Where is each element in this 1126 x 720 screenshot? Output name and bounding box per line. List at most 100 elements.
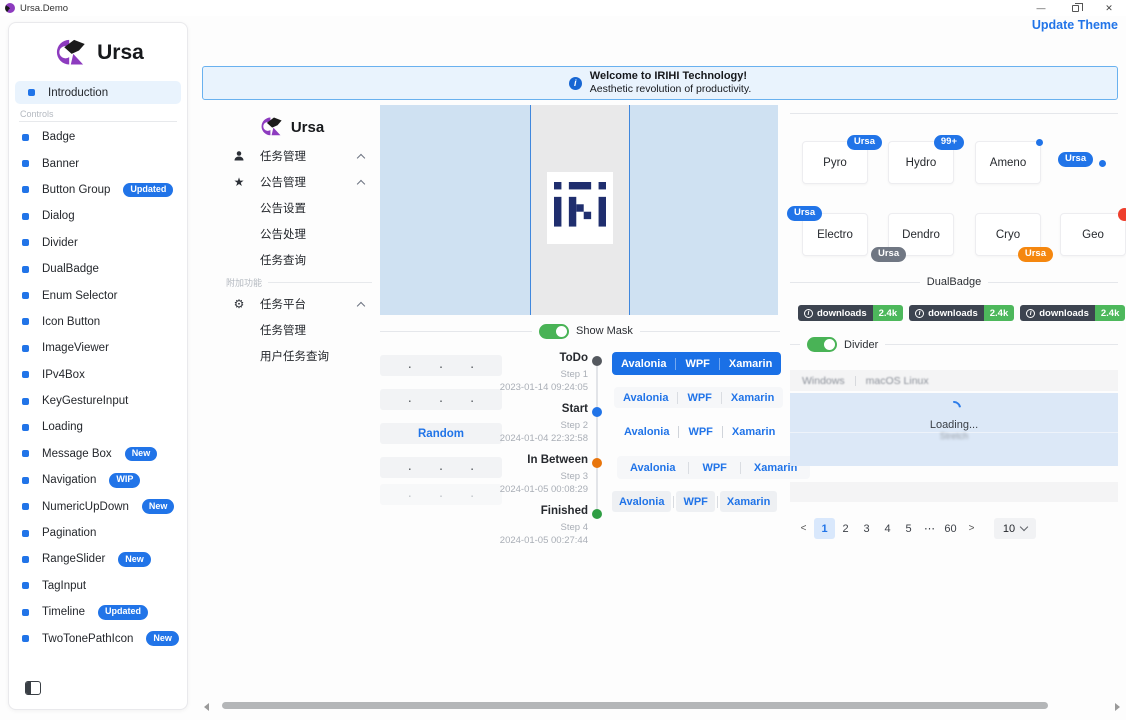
avalonia-button[interactable]: Avalonia	[612, 491, 671, 512]
badge-card-hydro[interactable]: Hydro 99+	[888, 141, 954, 184]
menu-item-user-task-query[interactable]: 用户任务查询	[202, 343, 380, 369]
page-button-60[interactable]: 60	[940, 518, 961, 539]
sidebar-item-divider[interactable]: Divider	[9, 230, 187, 256]
dualbadge-divider-label: DualBadge	[927, 276, 981, 288]
irihi-logo-tile	[547, 172, 613, 244]
close-button[interactable]: ✕	[1092, 0, 1126, 16]
timeline-time: 2024-01-05 00:08:29	[458, 484, 588, 495]
image-viewer[interactable]	[380, 105, 780, 315]
wpf-button[interactable]: WPF	[679, 426, 721, 438]
xamarin-button[interactable]: Xamarin	[720, 491, 777, 512]
info-icon: i	[1026, 309, 1035, 318]
sidebar-item-icon-button[interactable]: Icon Button	[9, 309, 187, 335]
sidebar-item-imageviewer[interactable]: ImageViewer	[9, 335, 187, 361]
sidebar-item-banner[interactable]: Banner	[9, 150, 187, 176]
sidebar-item-navigation[interactable]: NavigationWIP	[9, 467, 187, 493]
restore-button[interactable]	[1058, 0, 1092, 16]
scroll-right-icon[interactable]	[1115, 703, 1120, 711]
badge-card-geo[interactable]: Geo	[1060, 213, 1126, 256]
menu-item-task-query[interactable]: 任务查询	[202, 247, 380, 273]
xamarin-button[interactable]: Xamarin	[723, 426, 784, 438]
sidebar-collapse-icon[interactable]	[25, 681, 41, 695]
gear-icon: ⚙	[232, 297, 246, 311]
menu-item-task-mgmt-child[interactable]: 任务管理	[202, 317, 380, 343]
page-button-1[interactable]: 1	[814, 518, 835, 539]
avalonia-button[interactable]: Avalonia	[614, 392, 677, 404]
update-theme-button[interactable]: Update Theme	[1032, 18, 1118, 32]
ursa-badge-orange: Ursa	[1018, 247, 1053, 262]
menu-dot-icon	[22, 530, 29, 537]
dualbadge-divider: DualBadge	[790, 275, 1118, 289]
sidebar-item-twotonepathicon[interactable]: TwoTonePathIconNew	[9, 625, 187, 651]
menu-item-task-platform[interactable]: ⚙ 任务平台	[202, 291, 380, 317]
scroll-left-icon[interactable]	[204, 703, 209, 711]
menu-dot-icon	[22, 635, 29, 642]
wpf-button[interactable]: WPF	[678, 392, 720, 404]
sidebar-item-pagination[interactable]: Pagination	[9, 520, 187, 546]
ursa-logo-icon	[52, 38, 88, 68]
minimize-button[interactable]: —	[1024, 0, 1058, 16]
badge-card-dendro[interactable]: Dendro Ursa	[888, 213, 954, 256]
sidebar-item-introduction[interactable]: Introduction	[15, 81, 181, 104]
ursa-badge: Ursa	[847, 135, 882, 150]
empty-bar	[790, 482, 1118, 502]
xamarin-button[interactable]: Xamarin	[722, 392, 783, 404]
sidebar-item-label: Introduction	[48, 87, 108, 99]
ursa-badge-gray: Ursa	[871, 247, 906, 262]
avalonia-button[interactable]: Avalonia	[615, 426, 678, 438]
badge-card-pyro[interactable]: Pyro Ursa	[802, 141, 868, 184]
prev-page-button[interactable]: <	[793, 518, 814, 539]
badge-card-cryo[interactable]: Cryo Ursa	[975, 213, 1041, 256]
menu-item-task-mgmt[interactable]: 任务管理	[202, 143, 380, 169]
viewer-viewport[interactable]	[531, 105, 629, 315]
page-size-select[interactable]: 10	[994, 518, 1036, 539]
sidebar-item-dualbadge[interactable]: DualBadge	[9, 256, 187, 282]
menu-item-notice-mgmt[interactable]: ★ 公告管理	[202, 169, 380, 195]
sidebar-item-message-box[interactable]: Message BoxNew	[9, 441, 187, 467]
page-button-5[interactable]: 5	[898, 518, 919, 539]
page-ellipsis[interactable]: ⋯	[919, 518, 940, 539]
sidebar-item-ipv4box[interactable]: IPv4Box	[9, 362, 187, 388]
section-divider	[268, 282, 372, 283]
tab-macos-linux[interactable]: macOS Linux	[866, 375, 929, 387]
avalonia-button[interactable]: Avalonia	[617, 462, 688, 474]
show-mask-toggle[interactable]	[539, 324, 569, 339]
page-button-2[interactable]: 2	[835, 518, 856, 539]
divider-toggle-label: Divider	[844, 339, 878, 351]
avalonia-button[interactable]: Avalonia	[612, 358, 675, 370]
page-button-4[interactable]: 4	[877, 518, 898, 539]
sidebar-item-loading[interactable]: Loading	[9, 414, 187, 440]
tab-windows[interactable]: Windows	[802, 375, 845, 387]
divider-toggle[interactable]	[807, 337, 837, 352]
badge-card-electro[interactable]: Electro Ursa	[802, 213, 868, 256]
sidebar-item-keygestureinput[interactable]: KeyGestureInput	[9, 388, 187, 414]
dual-badge: idownloads 2.4k	[798, 305, 903, 321]
wpf-button[interactable]: WPF	[689, 462, 739, 474]
sidebar-item-badge[interactable]: Badge	[9, 124, 187, 150]
badge-card-ameno[interactable]: Ameno	[975, 141, 1041, 184]
irihi-pixel-logo-icon	[554, 182, 606, 234]
sidebar-item-timeline[interactable]: TimelineUpdated	[9, 599, 187, 625]
sidebar-item-numericupdown[interactable]: NumericUpDownNew	[9, 493, 187, 519]
status-badge: Updated	[123, 183, 173, 198]
sidebar-item-rangeslider[interactable]: RangeSliderNew	[9, 546, 187, 572]
menu-item-notice-settings[interactable]: 公告设置	[202, 195, 380, 221]
next-page-button[interactable]: >	[961, 518, 982, 539]
wpf-button[interactable]: WPF	[676, 491, 714, 512]
menu-item-notice-process[interactable]: 公告处理	[202, 221, 380, 247]
timeline-time: 2023-01-14 09:24:05	[458, 382, 588, 393]
page-button-3[interactable]: 3	[856, 518, 877, 539]
menu-dot-icon	[22, 213, 29, 220]
sidebar-item-enum-selector[interactable]: Enum Selector	[9, 282, 187, 308]
sidebar-item-dialog[interactable]: Dialog	[9, 203, 187, 229]
sidebar-item-taginput[interactable]: TagInput	[9, 573, 187, 599]
menu-dot-icon	[22, 582, 29, 589]
top-divider	[790, 113, 1118, 114]
xamarin-button[interactable]: Xamarin	[720, 358, 781, 370]
chevron-down-icon	[1020, 523, 1028, 531]
wpf-button[interactable]: WPF	[676, 358, 718, 370]
viewer-mask-left	[380, 105, 531, 315]
sidebar-item-button-group[interactable]: Button GroupUpdated	[9, 177, 187, 203]
info-icon: i	[804, 309, 813, 318]
scrollbar-thumb[interactable]	[222, 702, 1048, 709]
